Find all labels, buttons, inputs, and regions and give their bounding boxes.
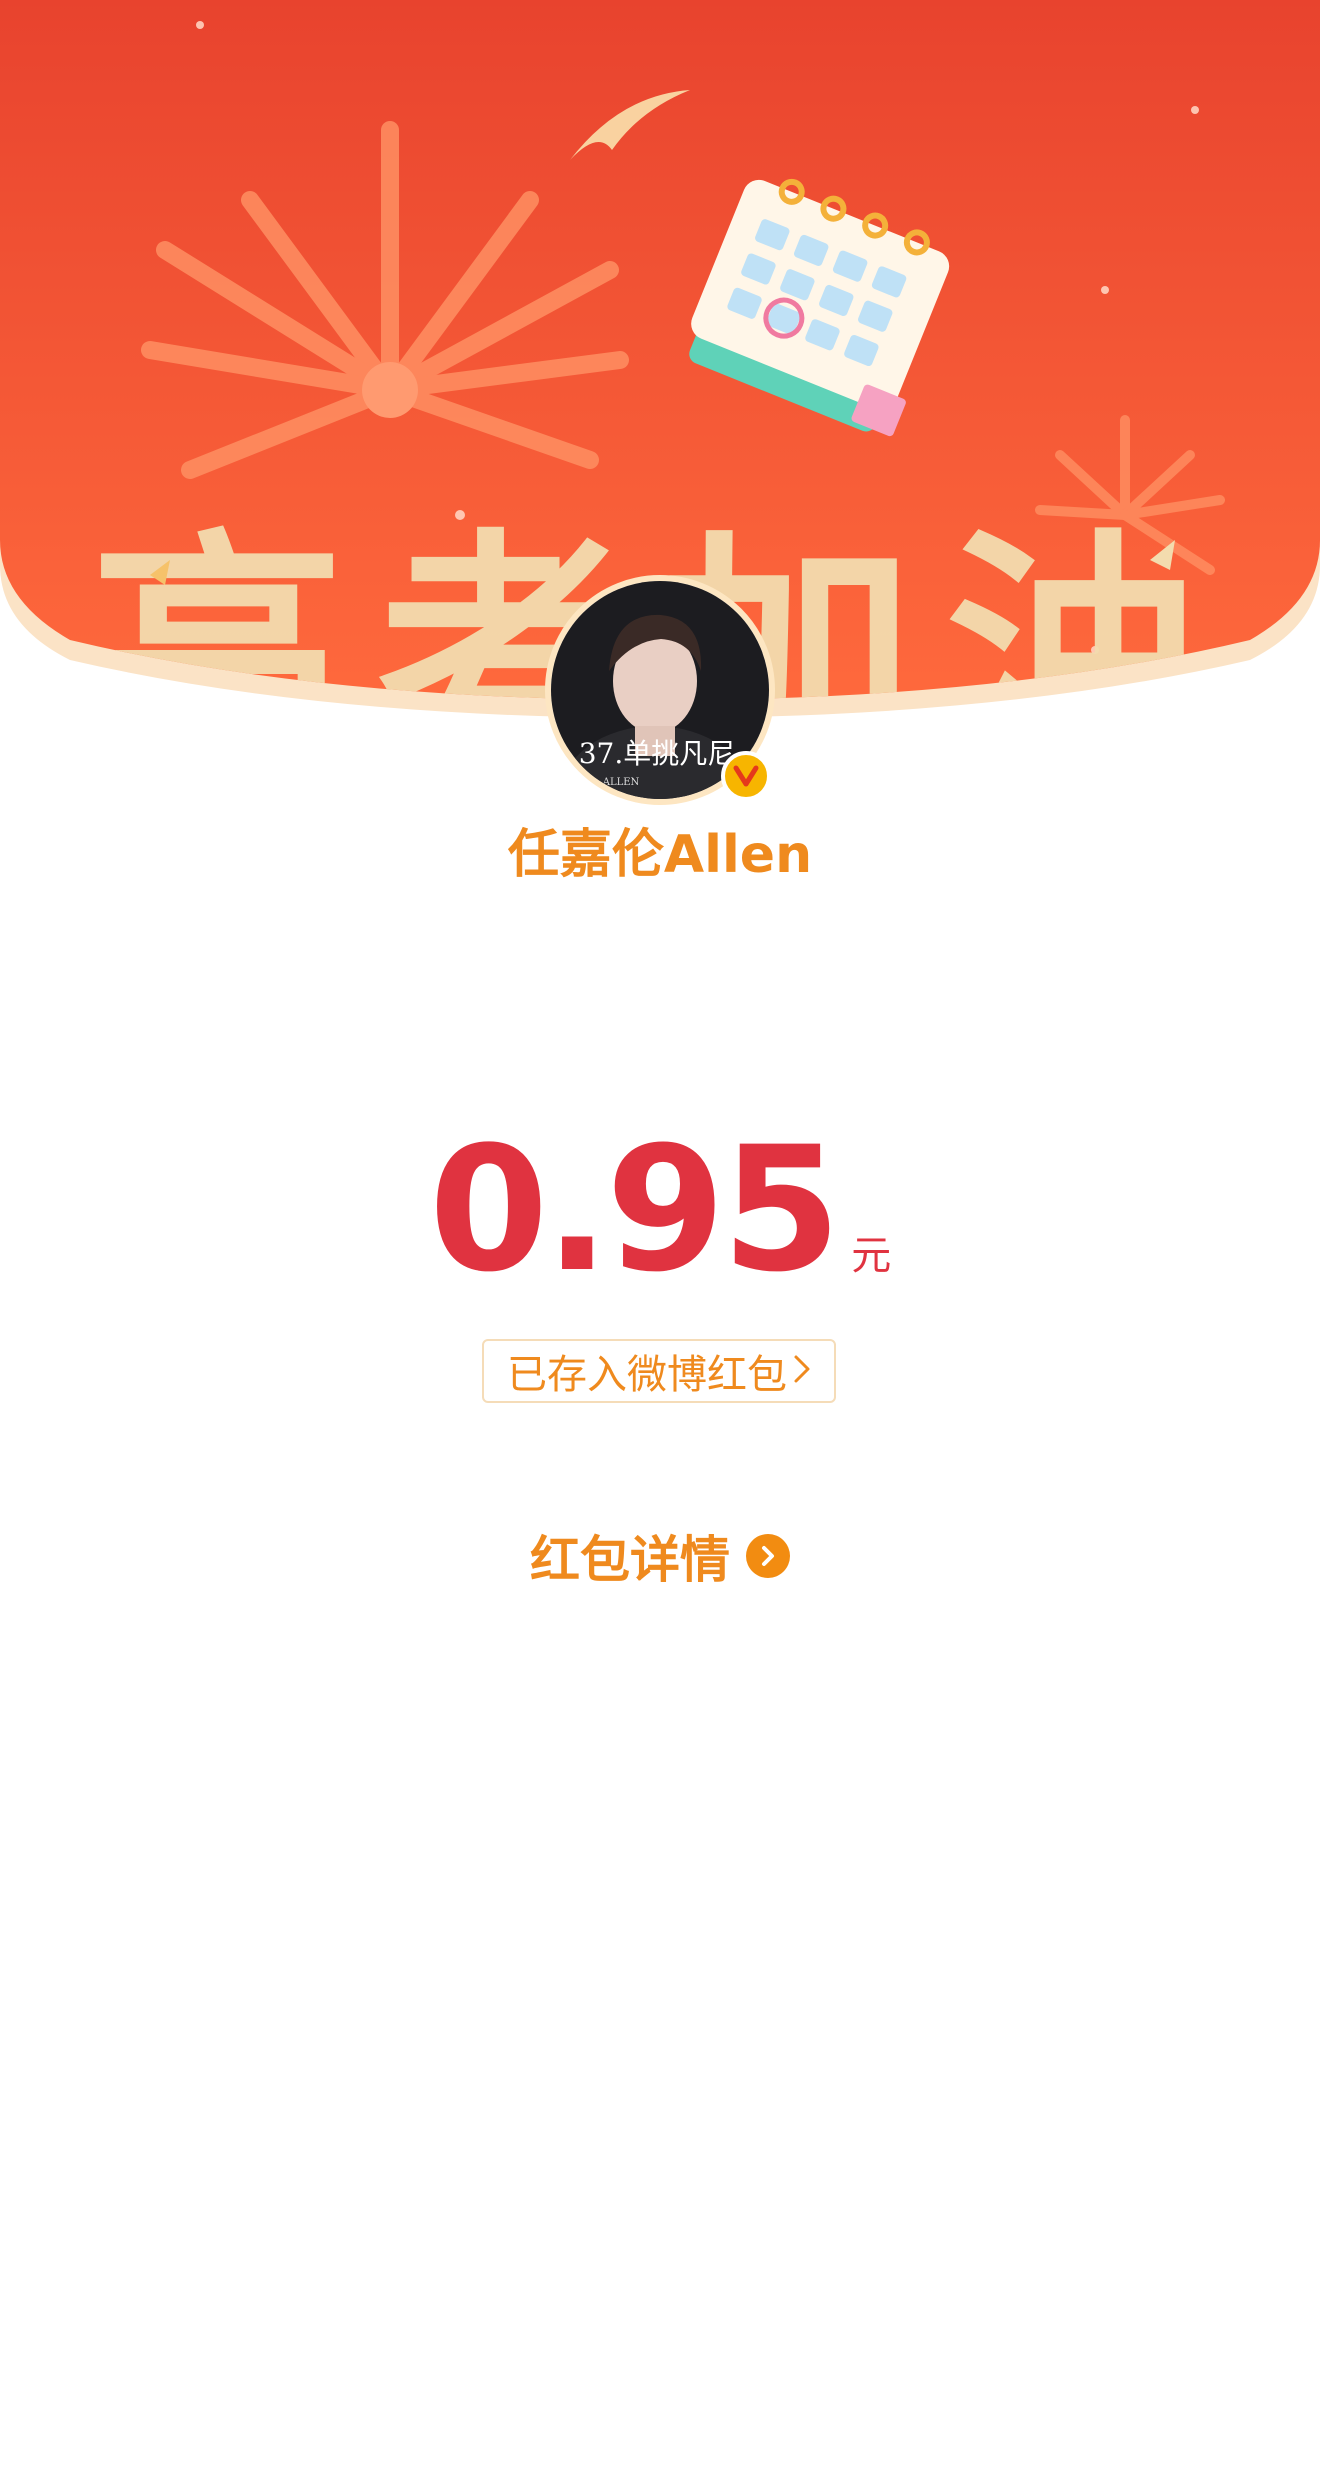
avatar-caption: 37.单挑凡尼: [579, 737, 736, 770]
avatar-subcaption: ALLEN: [602, 777, 640, 788]
sender-avatar-container[interactable]: 37.单挑凡尼 ALLEN: [545, 575, 775, 805]
saved-to-wallet-label: 已存入微博红包: [507, 1352, 787, 1398]
amount-value: 0.95: [428, 1109, 841, 1310]
verified-badge-icon: [721, 751, 771, 801]
sender-name[interactable]: 任嘉伦Allen: [0, 820, 1320, 890]
chevron-right-icon: [793, 1348, 811, 1394]
envelope-details-button[interactable]: 红包详情: [0, 1520, 1320, 1592]
amount-unit: 元: [851, 1233, 892, 1279]
amount-display: 0.95 元: [0, 1110, 1320, 1310]
circle-chevron-right-icon: [746, 1534, 790, 1578]
envelope-details-label: 红包详情: [530, 1531, 730, 1589]
saved-to-wallet-link[interactable]: 已存入微博红包: [482, 1339, 836, 1403]
